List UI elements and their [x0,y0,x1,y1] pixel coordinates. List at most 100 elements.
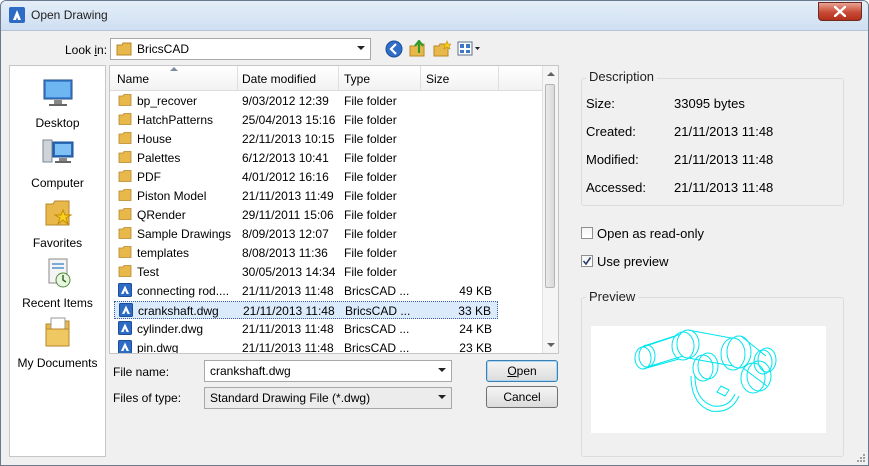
chevron-down-icon [357,46,365,50]
desktop-icon [43,79,72,106]
date-modified-cell: 29/11/2011 15:06 [242,208,334,222]
table-row[interactable]: connecting rod.... 21/11/2013 11:48 BricsC… [114,282,498,300]
file-name-cell: HatchPatterns [137,113,214,127]
column-name[interactable]: Name [117,72,149,86]
up-folder-icon[interactable] [409,40,427,58]
dwg-file-icon [119,303,133,320]
column-separator[interactable] [338,66,339,90]
column-date-modified[interactable]: Date modified [242,72,316,86]
type-cell: File folder [344,94,397,108]
new-folder-icon[interactable] [433,40,451,58]
vertical-scrollbar[interactable] [542,66,558,353]
file-type-label: Files of type: [113,391,182,405]
column-separator[interactable] [498,66,499,90]
file-name-combo[interactable]: crankshaft.dwg [204,360,452,382]
table-row[interactable]: Test 30/05/2013 14:34 File folder [114,263,498,281]
type-cell: File folder [344,208,397,222]
place-label: My Documents [17,356,98,370]
place-label: Favorites [32,236,83,250]
date-modified-cell: 8/09/2013 12:07 [242,227,329,241]
dwg-file-icon [118,321,132,338]
close-icon [834,6,846,17]
dwg-file-icon [118,283,132,300]
date-modified-cell: 25/04/2013 15:16 [242,113,336,127]
look-in-combo[interactable]: BricsCAD [110,38,371,60]
back-icon[interactable] [385,40,403,58]
date-modified-cell: 22/11/2013 10:15 [242,132,335,146]
created-label: Created: [586,124,636,139]
file-list: Name Date modified Type Size bp_recover 9… [109,65,559,354]
file-name-cell: connecting rod.... [137,284,230,298]
date-modified-cell: 21/11/2013 11:48 [243,304,335,318]
file-name-cell: crankshaft.dwg [138,304,219,318]
place-label: Recent Items [22,296,93,310]
type-cell: File folder [344,227,397,241]
file-type-select[interactable]: Standard Drawing File (*.dwg) [204,387,452,409]
title-bar: Open Drawing [1,1,868,31]
table-row[interactable]: cylinder.dwg 21/11/2013 11:48 BricsCAD ...… [114,320,498,338]
table-row[interactable]: bp_recover 9/03/2012 12:39 File folder [114,92,498,110]
type-cell: File folder [344,113,397,127]
open-read-only-label[interactable]: Open as read-only [597,226,704,241]
place-recent-items[interactable]: Recent Items [10,256,105,310]
type-cell: File folder [344,170,397,184]
open-read-only-checkbox[interactable] [581,227,593,239]
scroll-thumb[interactable] [545,84,555,288]
use-preview-label[interactable]: Use preview [597,254,669,269]
file-name-label: File name: [113,365,170,379]
table-row-selected[interactable]: crankshaft.dwg 21/11/2013 11:48 BricsCAD .… [114,301,498,319]
scroll-up-icon[interactable] [547,72,555,76]
place-my-documents[interactable]: My Documents [10,316,105,370]
scroll-down-icon[interactable] [547,343,555,347]
table-row[interactable]: HatchPatterns 25/04/2013 15:16 File folder [114,111,498,129]
file-name-cell: Piston Model [137,189,207,203]
folder-icon [118,245,132,262]
resize-grip-icon[interactable] [856,453,866,463]
type-cell: File folder [344,132,397,146]
modified-label: Modified: [586,152,639,167]
folder-icon [118,131,132,148]
table-row[interactable]: QRender 29/11/2011 15:06 File folder [114,206,498,224]
column-separator[interactable] [237,66,238,90]
use-preview-checkbox[interactable] [581,255,593,267]
type-cell: File folder [344,265,397,279]
table-row[interactable]: Piston Model 21/11/2013 11:49 File folder [114,187,498,205]
place-favorites[interactable]: Favorites [10,196,105,250]
dwg-file-icon [118,340,132,353]
place-computer[interactable]: Computer [10,136,105,190]
file-name-cell: cylinder.dwg [137,322,204,336]
type-cell: BricsCAD ... [345,304,411,318]
place-desktop[interactable]: Desktop [10,76,105,130]
column-separator[interactable] [420,66,421,90]
table-row[interactable]: Palettes 6/12/2013 10:41 File folder [114,149,498,167]
sort-ascending-icon [170,67,178,71]
folder-icon [118,226,132,243]
table-row[interactable]: templates 8/08/2013 11:36 File folder [114,244,498,262]
folder-icon [118,150,132,167]
table-row[interactable]: House 22/11/2013 10:15 File folder [114,130,498,148]
date-modified-cell: 21/11/2013 11:48 [242,284,334,298]
file-name-cell: templates [137,246,190,260]
accessed-label: Accessed: [586,180,646,195]
size-cell: 33 KB [458,304,491,318]
column-type[interactable]: Type [344,72,370,86]
file-name-cell: PDF [137,170,161,184]
folder-icon [116,42,132,56]
size-value: 33095 bytes [674,96,745,111]
file-type-value: Standard Drawing File (*.dwg) [210,391,371,405]
type-cell: BricsCAD ... [344,284,410,298]
table-row[interactable]: Sample Drawings 8/09/2013 12:07 File folde… [114,225,498,243]
folder-icon [118,169,132,186]
bricscad-app-icon [9,7,25,23]
chevron-down-icon[interactable] [438,368,446,372]
table-row[interactable]: PDF 4/01/2012 16:16 File folder [114,168,498,186]
open-button[interactable]: Open [486,360,558,382]
file-name-cell: Palettes [137,151,181,165]
table-row[interactable]: pin.dwg 21/11/2013 11:48 BricsCAD ... 23 KB [114,339,498,353]
cancel-button[interactable]: Cancel [486,386,558,408]
file-name-cell: bp_recover [137,94,198,108]
views-menu-icon[interactable] [457,40,481,58]
column-size[interactable]: Size [426,72,449,86]
close-button[interactable] [818,2,862,21]
preview-image [591,326,826,433]
